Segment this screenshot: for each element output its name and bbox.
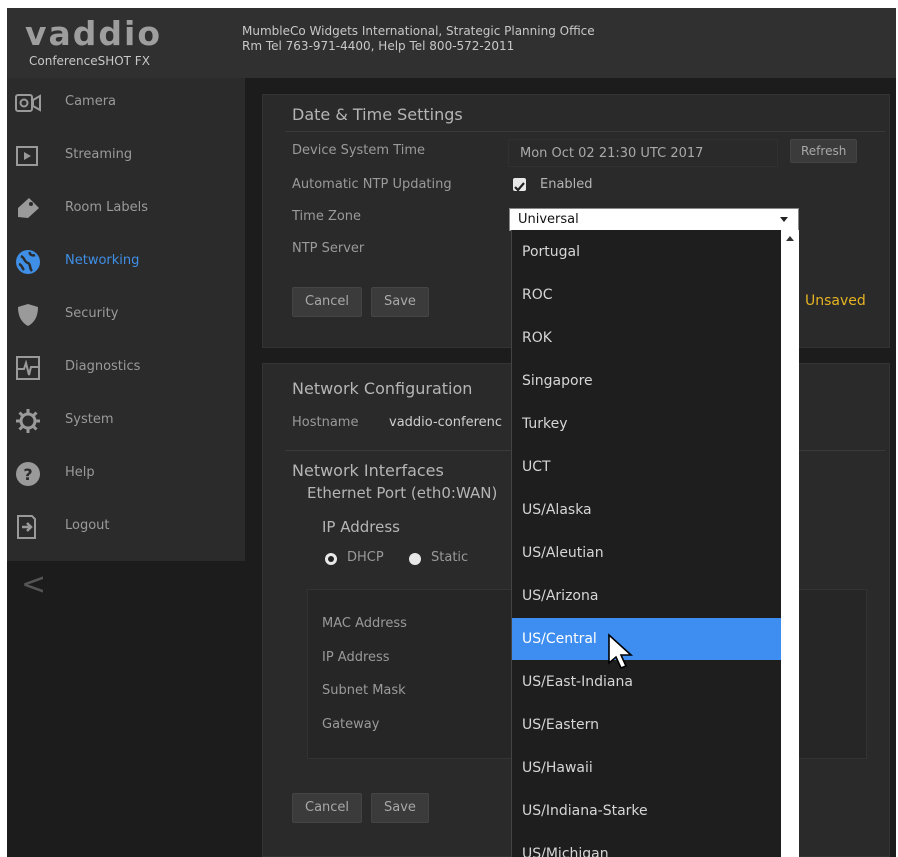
sidebar-item-diagnostics[interactable]: Diagnostics — [7, 343, 245, 396]
pulse-icon — [16, 356, 40, 380]
vaddio-logo: vaddio — [25, 14, 163, 53]
cancel-button[interactable]: Cancel — [292, 287, 363, 317]
timezone-option[interactable]: US/Alaska — [512, 489, 782, 531]
sidebar: Camera Streaming Room Labels Networking — [7, 78, 245, 561]
gear-icon — [16, 409, 40, 433]
check-icon — [514, 182, 525, 192]
timezone-select[interactable]: Universal — [509, 208, 799, 231]
sidebar-item-label: Room Labels — [65, 200, 148, 215]
timezone-option[interactable]: US/Eastern — [512, 704, 782, 746]
port-title: Ethernet Port (eth0:WAN) — [307, 484, 498, 502]
camera-icon — [15, 94, 41, 112]
sidebar-item-security[interactable]: Security — [7, 290, 245, 343]
chevron-down-icon — [780, 217, 788, 222]
app-frame: vaddio ConferenceSHOT FX MumbleCo Widget… — [7, 8, 896, 857]
dropdown-scrollbar[interactable] — [781, 230, 799, 857]
scroll-up-icon[interactable] — [786, 236, 794, 241]
timezone-option[interactable]: US/East-Indiana — [512, 661, 782, 703]
timezone-option[interactable]: ROK — [512, 317, 782, 359]
radio-dot — [328, 556, 334, 562]
timezone-option[interactable]: Turkey — [512, 403, 782, 445]
timezone-option[interactable]: Singapore — [512, 360, 782, 402]
save-button[interactable]: Save — [371, 287, 429, 317]
gateway-label: Gateway — [322, 717, 380, 732]
globe-icon — [16, 250, 40, 274]
sidebar-item-label: Logout — [65, 518, 110, 533]
room-phone: Rm Tel 763-971-4400, Help Tel 800-572-20… — [242, 39, 515, 53]
unsaved-badge: Unsaved — [805, 293, 866, 309]
dhcp-radio[interactable] — [325, 553, 337, 565]
logout-icon — [17, 515, 36, 539]
tag-icon — [18, 198, 39, 218]
shield-icon — [18, 304, 38, 326]
hostname-value[interactable]: vaddio-conferenc — [389, 415, 502, 430]
subnet-label: Subnet Mask — [322, 683, 406, 698]
timezone-dropdown[interactable]: Portugal ROC ROK Singapore Turkey UCT US… — [511, 230, 799, 857]
timezone-selected-value: Universal — [518, 212, 579, 227]
sidebar-item-room-labels[interactable]: Room Labels — [7, 184, 245, 237]
timezone-option[interactable]: ROC — [512, 274, 782, 316]
sidebar-item-label: Camera — [65, 94, 117, 109]
timezone-option[interactable]: US/Aleutian — [512, 532, 782, 574]
timezone-option[interactable]: US/Indiana-Starke — [512, 790, 782, 832]
network-title: Network Configuration — [292, 379, 473, 398]
svg-text:?: ? — [23, 465, 32, 484]
static-radio[interactable] — [409, 553, 421, 565]
streaming-icon — [16, 146, 38, 166]
device-time-label: Device System Time — [292, 143, 426, 158]
ntp-label: Automatic NTP Updating — [292, 177, 452, 192]
sidebar-item-streaming[interactable]: Streaming — [7, 131, 245, 184]
timezone-option[interactable]: US/Hawaii — [512, 747, 782, 789]
sidebar-item-system[interactable]: System — [7, 396, 245, 449]
mac-label: MAC Address — [322, 616, 407, 631]
hostname-label: Hostname — [292, 415, 359, 430]
header: vaddio ConferenceSHOT FX MumbleCo Widget… — [7, 8, 896, 78]
sidebar-item-camera[interactable]: Camera — [7, 78, 245, 131]
sidebar-collapse-icon[interactable]: < — [21, 570, 46, 600]
timezone-option[interactable]: UCT — [512, 446, 782, 488]
room-info: MumbleCo Widgets International, Strategi… — [242, 24, 595, 38]
ip-label: IP Address — [322, 650, 390, 665]
panel-divider — [285, 131, 885, 132]
dhcp-label: DHCP — [347, 550, 384, 565]
network-cancel-button[interactable]: Cancel — [292, 793, 363, 823]
interfaces-title: Network Interfaces — [292, 461, 444, 480]
help-icon: ? — [16, 462, 40, 486]
ntp-value: Enabled — [540, 177, 593, 192]
device-time-field: Mon Oct 02 21:30 UTC 2017 — [508, 139, 778, 167]
sidebar-item-logout[interactable]: Logout — [7, 502, 245, 555]
mouse-cursor-icon — [608, 633, 634, 670]
sidebar-item-label: Security — [65, 306, 119, 321]
ntp-checkbox[interactable] — [513, 178, 526, 192]
sidebar-item-help[interactable]: ? Help — [7, 449, 245, 502]
timezone-option-highlighted[interactable]: US/Central — [512, 618, 782, 660]
timezone-label: Time Zone — [292, 209, 362, 224]
timezone-option[interactable]: Portugal — [512, 231, 782, 273]
refresh-button[interactable]: Refresh — [790, 139, 858, 163]
sidebar-item-networking[interactable]: Networking — [7, 237, 245, 290]
device-time-value: Mon Oct 02 21:30 UTC 2017 — [520, 146, 704, 161]
sidebar-item-label: Help — [65, 465, 95, 480]
sidebar-item-label: Streaming — [65, 147, 133, 162]
sidebar-item-label: Networking — [65, 253, 140, 268]
product-name: ConferenceSHOT FX — [29, 54, 150, 68]
timezone-option[interactable]: US/Michigan — [512, 833, 782, 857]
ip-address-title: IP Address — [322, 518, 400, 536]
sidebar-item-label: System — [65, 412, 114, 427]
static-label: Static — [431, 550, 469, 565]
datetime-title: Date & Time Settings — [292, 105, 463, 124]
network-save-button[interactable]: Save — [371, 793, 429, 823]
ntp-server-label: NTP Server — [292, 241, 365, 256]
timezone-option[interactable]: US/Arizona — [512, 575, 782, 617]
sidebar-item-label: Diagnostics — [65, 359, 141, 374]
